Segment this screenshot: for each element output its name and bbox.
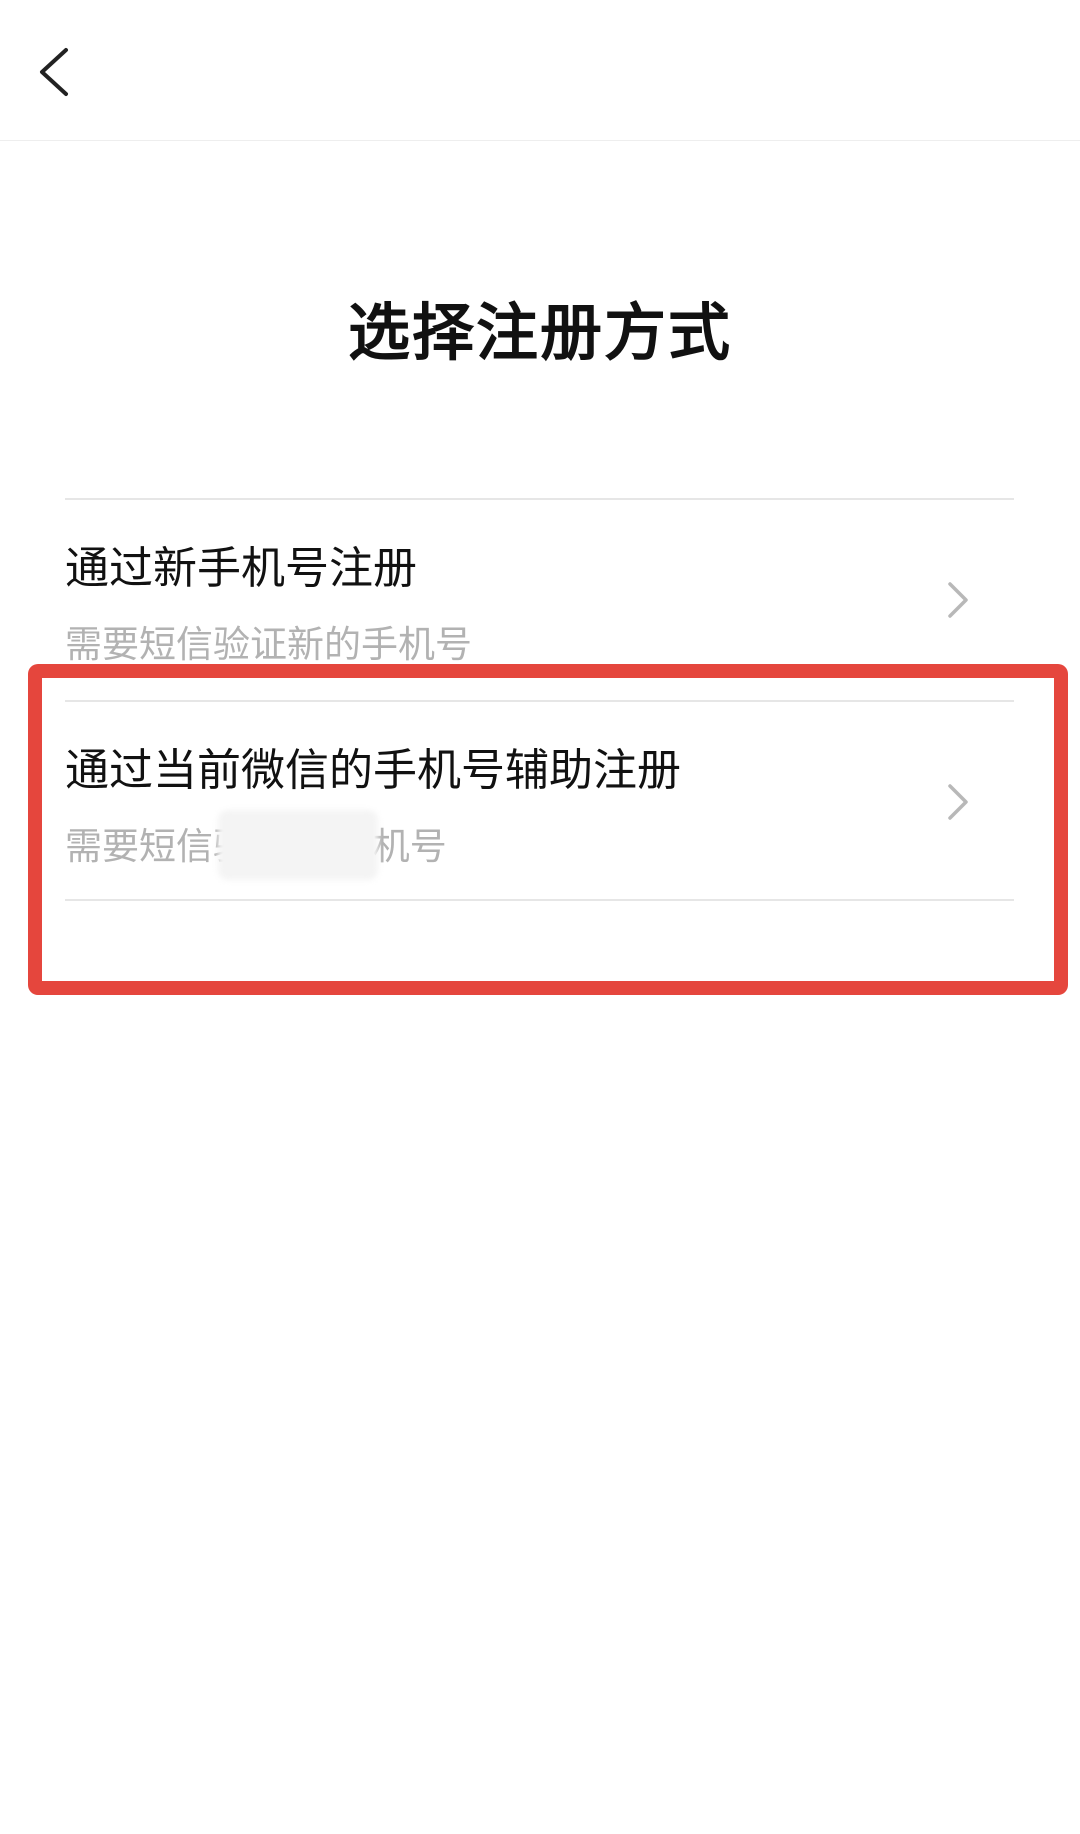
option-description: 需要短信验证新的手机号 xyxy=(65,623,472,666)
chevron-right-icon xyxy=(944,578,972,622)
page-title: 选择注册方式 xyxy=(347,296,732,369)
top-bar xyxy=(0,0,1080,141)
highlight-annotation-box xyxy=(28,664,1068,995)
option-title: 通过新手机号注册 xyxy=(65,543,417,594)
back-button[interactable] xyxy=(22,30,86,114)
chevron-left-icon xyxy=(22,30,86,114)
